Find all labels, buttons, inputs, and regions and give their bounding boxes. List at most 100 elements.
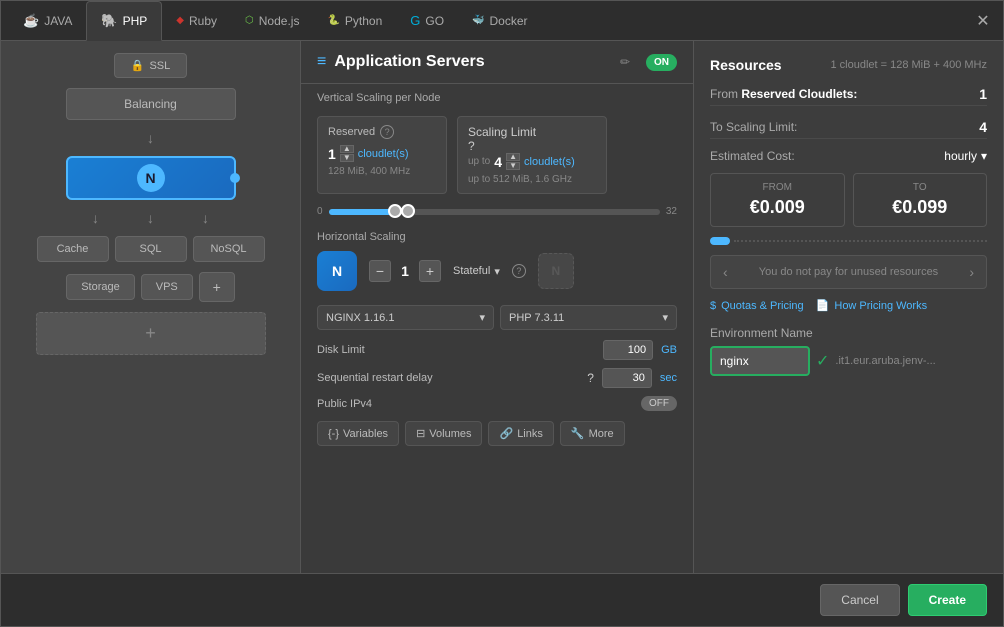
storage-row: Storage VPS + <box>66 272 235 302</box>
vps-button[interactable]: VPS <box>141 274 193 300</box>
tab-java[interactable]: ☕ JAVA <box>9 1 86 41</box>
toggle-switch[interactable]: ON <box>646 54 677 71</box>
add-component-button[interactable]: + <box>199 272 235 302</box>
reserved-info-icon[interactable]: ? <box>380 125 394 139</box>
right-nav-btn[interactable]: › <box>969 264 974 280</box>
add-component-icon: + <box>213 279 221 295</box>
nodejs-icon: ⬡ <box>245 15 254 26</box>
modal-container: ☕ JAVA 🐘 PHP ◆ Ruby ⬡ Node.js 🐍 Python G… <box>0 0 1004 627</box>
ssl-button[interactable]: 🔒 SSL <box>114 53 188 78</box>
disk-limit-input[interactable] <box>603 340 653 360</box>
from-box-label: FROM <box>719 182 836 193</box>
create-button[interactable]: Create <box>908 584 987 616</box>
restart-delay-input[interactable] <box>602 368 652 388</box>
tab-nodejs[interactable]: ⬡ Node.js <box>231 1 313 41</box>
scaling-limit-stepper[interactable]: ▲ ▼ <box>506 153 520 170</box>
quotas-pricing-link[interactable]: $ Quotas & Pricing <box>710 300 804 312</box>
left-nav-btn[interactable]: ‹ <box>723 264 728 280</box>
storage-button[interactable]: Storage <box>66 274 135 300</box>
vps-label: VPS <box>156 281 178 293</box>
cache-button[interactable]: Cache <box>37 236 109 262</box>
stateful-dropdown[interactable]: Stateful ▾ <box>453 265 500 278</box>
node-count-value: 1 <box>395 263 415 279</box>
pricing-links-row: $ Quotas & Pricing 📄 How Pricing Works <box>710 299 987 312</box>
links-label: Links <box>517 428 543 440</box>
slider-handle-limit[interactable] <box>401 204 415 218</box>
horizontal-scaling-label: Horizontal Scaling <box>317 231 677 243</box>
reserved-down-btn[interactable]: ▼ <box>340 154 354 162</box>
center-panel: ≡ Application Servers ✏ ON Vertical Scal… <box>301 41 693 573</box>
how-pricing-link[interactable]: 📄 How Pricing Works <box>816 299 927 312</box>
disk-limit-unit: GB <box>661 344 677 356</box>
vertical-scaling-label: Vertical Scaling per Node <box>301 84 693 108</box>
volumes-button[interactable]: ⊟ Volumes <box>405 421 482 446</box>
arrows-row: ↓ ↓ ↓ <box>92 210 209 226</box>
restart-info-icon[interactable]: ? <box>587 371 594 385</box>
slider-min-label: 0 <box>317 206 323 217</box>
nginx-icon-small: N <box>317 251 357 291</box>
reserved-cloudlet-row: 1 ▲ ▼ cloudlet(s) <box>328 145 436 162</box>
public-ipv4-toggle[interactable]: OFF <box>641 396 677 411</box>
bottom-buttons-row: {-} Variables ⊟ Volumes 🔗 Links 🔧 More <box>301 415 693 456</box>
scaling-limit-up-btn[interactable]: ▲ <box>506 153 520 161</box>
stateful-info-icon[interactable]: ? <box>512 264 526 278</box>
tab-ruby[interactable]: ◆ Ruby <box>162 1 231 41</box>
disk-limit-label: Disk Limit <box>317 344 595 356</box>
close-button[interactable]: ✕ <box>973 11 993 31</box>
reserved-stepper[interactable]: ▲ ▼ <box>340 145 354 162</box>
restart-delay-label: Sequential restart delay <box>317 372 579 384</box>
scaling-limit-info-icon[interactable]: ? <box>468 139 596 153</box>
links-button[interactable]: 🔗 Links <box>488 421 553 446</box>
tab-php[interactable]: 🐘 PHP <box>86 1 162 41</box>
reserved-value: 1 <box>328 146 336 162</box>
reserved-up-btn[interactable]: ▲ <box>340 145 354 153</box>
ssl-label: SSL <box>149 60 170 72</box>
scaling-limit-cloudlet-row: up to 4 ▲ ▼ cloudlet(s) <box>468 153 596 170</box>
nginx-node[interactable]: N <box>66 156 236 200</box>
lock-icon: 🔒 <box>131 59 145 72</box>
public-ipv4-label: Public IPv4 <box>317 398 633 410</box>
nginx-n-label: N <box>332 263 342 279</box>
slider-track[interactable] <box>329 209 660 215</box>
from-cost-amount: €0.009 <box>719 197 836 218</box>
to-scaling-value: 4 <box>979 119 987 135</box>
tab-python-label: Python <box>345 14 382 28</box>
add-large-button[interactable]: + <box>36 312 266 355</box>
python-icon: 🐍 <box>327 15 339 26</box>
env-name-input[interactable] <box>710 346 810 376</box>
variables-button[interactable]: {-} Variables <box>317 421 399 446</box>
php-version-dropdown[interactable]: PHP 7.3.11 ▾ <box>500 305 677 330</box>
no-pay-label: You do not pay for unused resources <box>759 266 938 278</box>
quotas-icon: $ <box>710 300 716 312</box>
cancel-button[interactable]: Cancel <box>820 584 899 616</box>
balancing-button[interactable]: Balancing <box>66 88 236 120</box>
sql-button[interactable]: SQL <box>115 236 187 262</box>
footer: Cancel Create <box>1 573 1003 626</box>
ghost-n-label: N <box>552 264 561 278</box>
more-button[interactable]: 🔧 More <box>560 421 625 446</box>
restart-delay-row: Sequential restart delay ? sec <box>301 364 693 392</box>
tab-go[interactable]: G GO <box>396 1 458 41</box>
estimated-cost-label: Estimated Cost: <box>710 149 795 163</box>
slider-handle-reserved[interactable] <box>388 204 402 218</box>
scaling-limit-down-btn[interactable]: ▼ <box>506 162 520 170</box>
tab-java-label: JAVA <box>44 14 72 28</box>
toggle-on-label[interactable]: ON <box>646 54 677 71</box>
scaling-area: Reserved ? 1 ▲ ▼ cloudlet(s) 128 MiB, 40… <box>301 108 693 202</box>
nosql-button[interactable]: NoSQL <box>193 236 265 262</box>
balancing-label: Balancing <box>124 97 177 111</box>
nginx-version-dropdown[interactable]: NGINX 1.16.1 ▾ <box>317 305 494 330</box>
reserved-title: Reserved <box>328 126 375 138</box>
php-icon: 🐘 <box>101 13 117 29</box>
slider-area: 0 32 <box>301 202 693 225</box>
decrease-node-btn[interactable]: − <box>369 260 391 282</box>
tab-docker[interactable]: 🐳 Docker <box>458 1 541 41</box>
tab-python[interactable]: 🐍 Python <box>313 1 396 41</box>
increase-node-btn[interactable]: + <box>419 260 441 282</box>
cache-row: Cache SQL NoSQL <box>37 236 265 262</box>
main-content: 🔒 SSL Balancing ↓ N ↓ ↓ ↓ Cache <box>1 41 1003 573</box>
checkmark-icon: ✓ <box>816 351 829 371</box>
no-pay-banner: ‹ You do not pay for unused resources › <box>710 255 987 289</box>
nginx-version-label: NGINX 1.16.1 <box>326 312 394 324</box>
estimated-cost-dropdown[interactable]: hourly ▾ <box>944 149 987 163</box>
